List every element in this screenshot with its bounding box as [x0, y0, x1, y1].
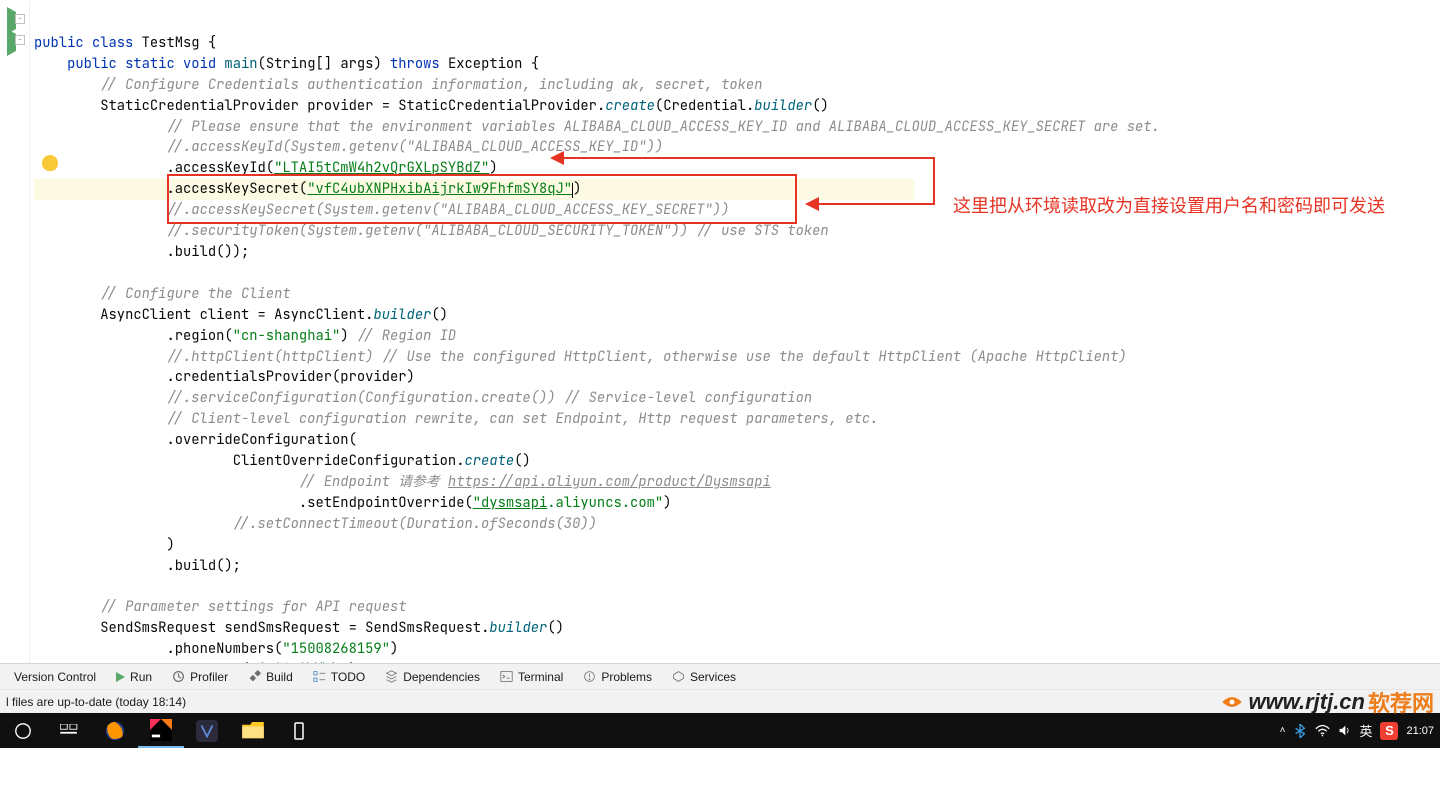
warning-icon — [583, 670, 596, 683]
tool-profiler[interactable]: Profiler — [162, 664, 238, 689]
wifi-icon[interactable] — [1315, 724, 1330, 737]
start-button[interactable] — [0, 713, 46, 748]
taskbar-app-firefox[interactable] — [92, 713, 138, 748]
system-tray: ˄ 英 S 21:07 — [1280, 713, 1440, 748]
sogou-ime-icon[interactable]: S — [1380, 722, 1398, 740]
bluetooth-icon[interactable] — [1293, 724, 1307, 738]
terminal-icon — [500, 670, 513, 683]
annotation-box — [167, 174, 797, 224]
logo-icon — [1219, 689, 1245, 715]
tool-build[interactable]: Build — [238, 664, 303, 689]
watermark: www.rjtj.cn 软荐网 — [1219, 686, 1434, 718]
status-message: l files are up-to-date (today 18:14) — [6, 695, 186, 709]
task-view-icon[interactable] — [46, 713, 92, 748]
tool-run[interactable]: Run — [106, 664, 162, 689]
checklist-icon — [313, 670, 326, 683]
taskbar-app-explorer[interactable] — [230, 713, 276, 748]
tool-todo[interactable]: TODO — [303, 664, 375, 689]
profiler-icon — [172, 670, 185, 683]
code-editor[interactable]: - - public class TestMsg { public static… — [0, 0, 1440, 663]
annotation-arrow — [810, 203, 935, 205]
taskbar-app-intellij[interactable] — [138, 713, 184, 748]
tool-dependencies[interactable]: Dependencies — [375, 664, 490, 689]
fold-icon[interactable]: - — [15, 14, 25, 24]
tray-chevron-icon[interactable]: ˄ — [1280, 725, 1286, 736]
tool-terminal[interactable]: Terminal — [490, 664, 573, 689]
taskbar-app[interactable] — [276, 713, 322, 748]
annotation-text: 这里把从环境读取改为直接设置用户名和密码即可发送 — [953, 196, 1385, 217]
annotation-arrow — [555, 157, 935, 159]
services-icon — [672, 670, 685, 683]
clock[interactable]: 21:07 — [1406, 725, 1434, 737]
play-icon — [116, 672, 125, 682]
volume-icon[interactable] — [1338, 724, 1351, 737]
windows-taskbar: ˄ 英 S 21:07 — [0, 713, 1440, 748]
hammer-icon — [248, 670, 261, 683]
code-content[interactable]: public class TestMsg { public static voi… — [30, 0, 1440, 663]
taskbar-app[interactable] — [184, 713, 230, 748]
editor-gutter: - - — [0, 0, 30, 663]
lightbulb-icon[interactable] — [42, 155, 58, 171]
ime-indicator[interactable]: 英 — [1359, 721, 1372, 740]
fold-icon[interactable]: - — [15, 35, 25, 45]
tool-problems[interactable]: Problems — [573, 664, 662, 689]
tool-version-control[interactable]: Version Control — [4, 664, 106, 689]
tool-services[interactable]: Services — [662, 664, 746, 689]
stack-icon — [385, 670, 398, 683]
